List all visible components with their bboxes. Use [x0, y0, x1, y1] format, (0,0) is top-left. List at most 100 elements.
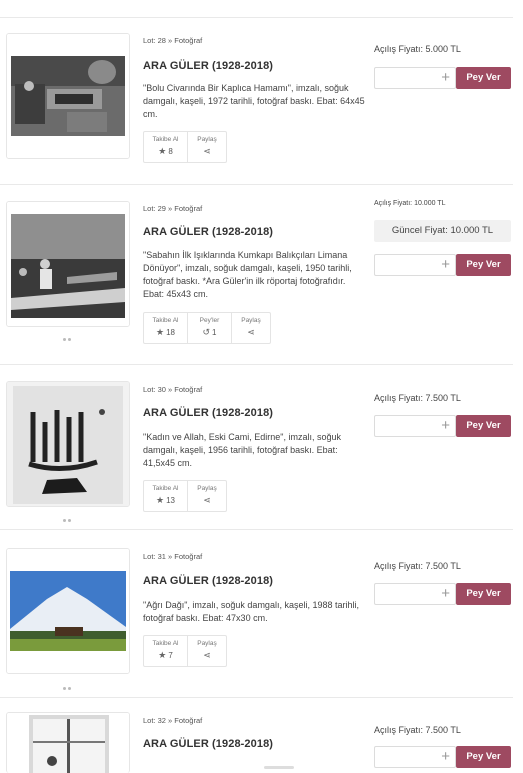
opening-price-value: 5.000 TL: [425, 44, 461, 54]
plus-icon[interactable]: +: [441, 255, 450, 274]
opening-price-label: Açılış Fiyatı:: [374, 200, 413, 207]
current-price-value: 10.000 TL: [450, 225, 494, 236]
lot-image[interactable]: [6, 381, 130, 507]
bid-form: + Pey Ver: [374, 583, 511, 605]
follow-label: Takibe Al: [152, 136, 179, 143]
bid-form: + Pey Ver: [374, 415, 511, 437]
divider: [0, 697, 513, 698]
divider: [0, 364, 513, 365]
opening-price-label: Açılış Fiyatı:: [374, 561, 424, 571]
opening-price-value: 10.000 TL: [414, 200, 446, 207]
lot-actions: Takibe Al ★ 7 Paylaş ⋖: [143, 635, 227, 667]
lot-image[interactable]: [6, 548, 130, 674]
star-icon: ★: [158, 146, 167, 156]
follow-button[interactable]: Takibe Al ★ 7: [144, 636, 188, 666]
lot-description: "Bolu Civarında Bir Kaplıca Hamamı", imz…: [143, 83, 365, 119]
bid-button[interactable]: Pey Ver: [456, 415, 511, 437]
bid-form: + Pey Ver: [374, 746, 511, 768]
share-button[interactable]: Paylaş ⋖: [188, 481, 226, 511]
opening-price-label: Açılış Fiyatı:: [374, 393, 424, 403]
follow-count: 8: [168, 147, 173, 156]
follow-button[interactable]: Takibe Al ★ 18: [144, 313, 188, 343]
lot-image[interactable]: [6, 33, 130, 159]
bid-amount-input[interactable]: +: [374, 254, 456, 276]
bid-amount-input[interactable]: +: [374, 746, 456, 768]
bid-amount-input[interactable]: +: [374, 67, 456, 89]
opening-price-value: 7.500 TL: [425, 725, 461, 735]
image-carousel-dots[interactable]: [63, 677, 75, 690]
share-label: Paylaş: [241, 317, 261, 324]
opening-price: Açılış Fiyatı: 7.500 TL: [374, 393, 461, 403]
bid-count: 1: [212, 328, 217, 337]
opening-price-value: 7.500 TL: [425, 561, 461, 571]
lot-description: "Sabahın İlk Işıklarında Kumkapı Balıkçı…: [143, 250, 352, 299]
follow-button[interactable]: Takibe Al ★ 8: [144, 132, 188, 162]
bid-button[interactable]: Pey Ver: [456, 254, 511, 276]
bids-button[interactable]: Pey'ler ↺ 1: [188, 313, 232, 343]
divider: [0, 529, 513, 530]
image-carousel-dots[interactable]: [63, 509, 75, 522]
history-icon: ↺: [202, 327, 211, 337]
follow-label: Takibe Al: [152, 317, 179, 324]
lot-actions: Takibe Al ★ 8 Paylaş ⋖: [143, 131, 227, 163]
star-icon: ★: [156, 495, 165, 505]
bid-amount-input[interactable]: +: [374, 415, 456, 437]
lot-actions: Takibe Al ★ 18 Pey'ler ↺ 1 Paylaş ⋖: [143, 312, 271, 344]
lot-description: "Kadın ve Allah, Eski Cami, Edirne", imz…: [143, 432, 341, 468]
share-button[interactable]: Paylaş ⋖: [232, 313, 270, 343]
share-button[interactable]: Paylaş ⋖: [188, 636, 226, 666]
opening-price-label: Açılış Fiyatı:: [374, 44, 424, 54]
follow-count: 18: [166, 328, 175, 337]
share-icon: ⋖: [203, 650, 211, 660]
star-icon: ★: [156, 327, 165, 337]
lot-image[interactable]: [6, 201, 130, 327]
follow-label: Takibe Al: [152, 485, 179, 492]
opening-price: Açılış Fiyatı: 7.500 TL: [374, 561, 461, 571]
opening-price: Açılış Fiyatı: 10.000 TL: [374, 200, 445, 207]
star-icon: ★: [158, 650, 167, 660]
share-icon: ⋖: [203, 146, 211, 156]
bids-label: Pey'ler: [199, 317, 220, 324]
share-icon: ⋖: [203, 495, 211, 505]
share-label: Paylaş: [197, 640, 217, 647]
opening-price: Açılış Fiyatı: 5.000 TL: [374, 44, 461, 54]
plus-icon[interactable]: +: [441, 68, 450, 87]
divider: [0, 17, 513, 18]
bid-button[interactable]: Pey Ver: [456, 583, 511, 605]
artist-title[interactable]: ARA GÜLER (1928-2018): [143, 226, 273, 238]
plus-icon[interactable]: +: [441, 584, 450, 603]
image-carousel-dots[interactable]: [63, 328, 75, 341]
current-price: Güncel Fiyat: 10.000 TL: [374, 220, 511, 242]
bid-amount-input[interactable]: +: [374, 583, 456, 605]
share-button[interactable]: Paylaş ⋖: [188, 132, 226, 162]
follow-count: 7: [168, 651, 173, 660]
lot-number: Lot: 30 » Fotoğraf: [143, 385, 203, 394]
share-label: Paylaş: [197, 136, 217, 143]
plus-icon[interactable]: +: [441, 416, 450, 435]
plus-icon[interactable]: +: [441, 747, 450, 766]
follow-button[interactable]: Takibe Al ★ 13: [144, 481, 188, 511]
share-icon: ⋖: [247, 327, 255, 337]
horizontal-scrollbar[interactable]: [264, 766, 294, 769]
artist-title[interactable]: ARA GÜLER (1928-2018): [143, 407, 273, 419]
artist-title[interactable]: ARA GÜLER (1928-2018): [143, 575, 273, 587]
bid-form: + Pey Ver: [374, 67, 511, 89]
artist-title[interactable]: ARA GÜLER (1928-2018): [143, 60, 273, 72]
bid-button[interactable]: Pey Ver: [456, 746, 511, 768]
opening-price-value: 7.500 TL: [425, 393, 461, 403]
lot-number: Lot: 32 » Fotoğraf: [143, 716, 203, 725]
lot-actions: Takibe Al ★ 13 Paylaş ⋖: [143, 480, 227, 512]
opening-price-label: Açılış Fiyatı:: [374, 725, 424, 735]
lot-description: "Ağrı Dağı", imzalı, soğuk damgalı, kaşe…: [143, 600, 359, 623]
lot-number: Lot: 31 » Fotoğraf: [143, 552, 203, 561]
share-label: Paylaş: [197, 485, 217, 492]
lot-number: Lot: 29 » Fotoğraf: [143, 204, 203, 213]
bid-form: + Pey Ver: [374, 254, 511, 276]
opening-price: Açılış Fiyatı: 7.500 TL: [374, 725, 461, 735]
follow-label: Takibe Al: [152, 640, 179, 647]
lot-image[interactable]: [6, 712, 130, 773]
bid-button[interactable]: Pey Ver: [456, 67, 511, 89]
lot-number: Lot: 28 » Fotoğraf: [143, 36, 203, 45]
current-price-label: Güncel Fiyat:: [391, 225, 448, 236]
artist-title[interactable]: ARA GÜLER (1928-2018): [143, 738, 273, 750]
